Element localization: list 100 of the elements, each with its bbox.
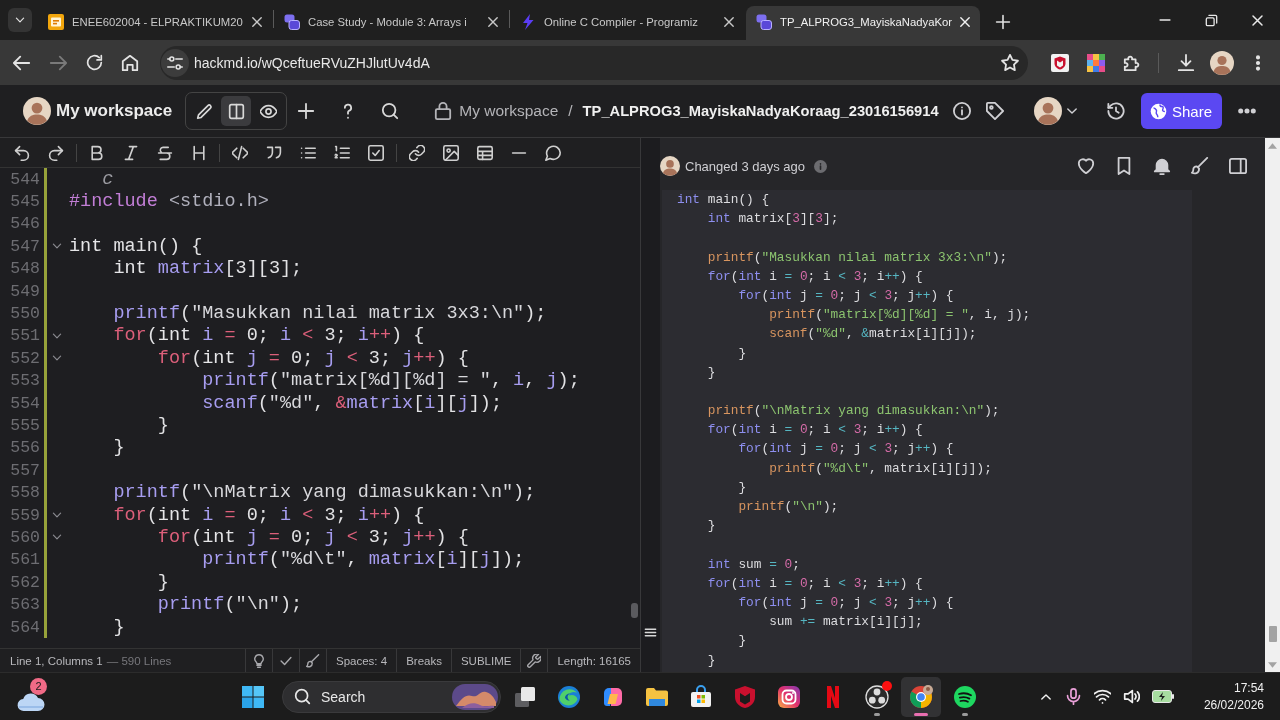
close-icon[interactable]	[1249, 12, 1265, 28]
brush-icon[interactable]	[306, 653, 320, 668]
plus-icon[interactable]	[995, 14, 1011, 30]
line-number: 558	[10, 483, 41, 503]
clock-date[interactable]: 26/02/2026	[1203, 696, 1264, 714]
code-icon[interactable]	[232, 144, 248, 161]
line-number: 548	[10, 259, 41, 279]
close-icon[interactable]	[486, 15, 500, 29]
numbered-list-icon[interactable]	[334, 144, 350, 161]
code-line: for(int i = 0; i < 3; i++) {	[112, 504, 425, 526]
line-number: 559	[10, 505, 41, 525]
ring-icon[interactable]	[865, 684, 889, 709]
browser-tab[interactable]: TP_ALPROG3_MayiskaNadyaKor	[746, 6, 980, 40]
code-line: }	[706, 517, 717, 536]
avatar-icon[interactable]	[1033, 97, 1062, 125]
history-icon[interactable]	[1106, 102, 1125, 120]
code-line: printf("%d\t", matrix[i][j]);	[768, 459, 993, 478]
wrench-icon[interactable]	[527, 653, 542, 668]
sidebar-icon[interactable]	[1229, 157, 1247, 175]
note-title[interactable]: TP_ALPROG3_MayiskaNadyaKoraag_23016156914	[582, 103, 939, 119]
reload-icon[interactable]	[85, 54, 103, 71]
view-mode-button[interactable]	[221, 96, 252, 126]
address-bar[interactable]: hackmd.io/wQceftueRVuZHJlutUv4dA	[160, 45, 1028, 80]
quote-icon[interactable]	[266, 144, 282, 161]
close-icon[interactable]	[250, 15, 264, 29]
close-icon[interactable]	[958, 15, 972, 29]
info-icon[interactable]	[952, 102, 971, 120]
back-arrow-icon[interactable]	[13, 53, 31, 72]
cursor-position: Line 1, Columns 1	[10, 654, 103, 667]
link-icon[interactable]	[409, 144, 425, 161]
taskbar-button[interactable]	[901, 676, 941, 717]
redo-icon[interactable]	[48, 144, 64, 161]
wifi-icon[interactable]	[1093, 688, 1111, 705]
lock-icon	[434, 102, 453, 120]
eye-icon[interactable]	[259, 102, 277, 120]
breadcrumb-link[interactable]: My workspace	[459, 102, 559, 120]
heading-icon[interactable]	[191, 144, 207, 161]
bulleted-list-icon[interactable]	[300, 144, 316, 161]
swirl-icon[interactable]	[557, 684, 581, 709]
close-icon[interactable]	[722, 15, 736, 29]
sound-waves-circle-icon[interactable]	[953, 684, 977, 709]
browser-tab[interactable]: Case Study - Module 3: Arrays i	[274, 6, 508, 40]
download-icon[interactable]	[1177, 53, 1195, 72]
bell-icon[interactable]	[1153, 157, 1171, 175]
forward-arrow-icon[interactable]	[49, 53, 67, 72]
shield-icon[interactable]	[1051, 53, 1069, 72]
microphone-icon[interactable]	[1064, 688, 1082, 705]
bold-icon[interactable]	[89, 144, 105, 161]
browser-tab[interactable]: Online C Compiler - Programiz	[510, 6, 744, 40]
avatar-icon[interactable]	[23, 97, 51, 125]
scrollbar-track[interactable]	[1265, 138, 1280, 672]
tag-icon[interactable]	[985, 102, 1004, 120]
share-button[interactable]: Share	[1140, 93, 1222, 129]
line-number: 554	[10, 393, 41, 413]
code-line: }	[737, 632, 748, 651]
restore-icon[interactable]	[1204, 13, 1218, 27]
image-icon[interactable]	[443, 144, 459, 161]
avatar-icon[interactable]	[660, 156, 680, 176]
globe-icon	[1149, 102, 1167, 120]
avatar-icon[interactable]	[1210, 50, 1234, 75]
overlapping-squares-icon[interactable]	[513, 684, 537, 709]
workspace-name[interactable]: My workspace	[56, 101, 173, 121]
tab-search-button[interactable]	[8, 8, 32, 32]
star-icon[interactable]	[1001, 53, 1019, 72]
code-line: }	[156, 571, 169, 593]
scrollbar-thumb[interactable]	[1268, 626, 1277, 642]
battery-icon[interactable]	[1151, 690, 1174, 703]
speaker-icon[interactable]	[1122, 688, 1140, 705]
code-line: for(int j = 0; j < 3; j++) {	[737, 593, 955, 612]
line-number: 562	[10, 572, 41, 592]
lightbulb-icon[interactable]	[252, 653, 266, 668]
color-grid-icon[interactable]	[1087, 53, 1105, 72]
line-number: 563	[10, 595, 41, 615]
code-line: printf("matrix[%d][%d] = ", i, j);	[768, 306, 1032, 325]
windows-logo-icon[interactable]	[242, 685, 264, 708]
comment-icon[interactable]	[545, 144, 561, 161]
camera-icon[interactable]	[777, 684, 801, 709]
site-info-button[interactable]	[161, 48, 189, 77]
heart-icon[interactable]	[1077, 157, 1095, 175]
plus-icon[interactable]	[297, 102, 316, 120]
undo-icon[interactable]	[14, 144, 30, 161]
code-line: c	[101, 168, 114, 190]
brush-icon[interactable]	[1191, 157, 1209, 175]
checkbox-icon[interactable]	[368, 144, 384, 161]
table-icon[interactable]	[477, 144, 493, 161]
pencil-icon[interactable]	[195, 102, 213, 120]
browser-tab[interactable]: ENEE602004 - ELPRAKTIKUM20	[38, 6, 272, 40]
code-line: int sum = 0;	[706, 555, 801, 574]
menu-icon[interactable]	[644, 626, 657, 639]
bookmark-icon[interactable]	[1115, 157, 1133, 175]
code-line: int main() {	[677, 191, 771, 209]
scrollbar-thumb[interactable]	[631, 603, 638, 618]
italic-icon[interactable]	[123, 144, 139, 161]
clock-time[interactable]: 17:54	[1233, 679, 1264, 697]
search-icon[interactable]	[381, 102, 400, 120]
strikethrough-icon[interactable]	[157, 144, 173, 161]
shopping-bag-icon[interactable]	[689, 684, 713, 709]
puzzle-icon[interactable]	[1123, 53, 1141, 72]
home-icon[interactable]	[121, 53, 139, 72]
code-line: printf("\n");	[156, 594, 303, 616]
